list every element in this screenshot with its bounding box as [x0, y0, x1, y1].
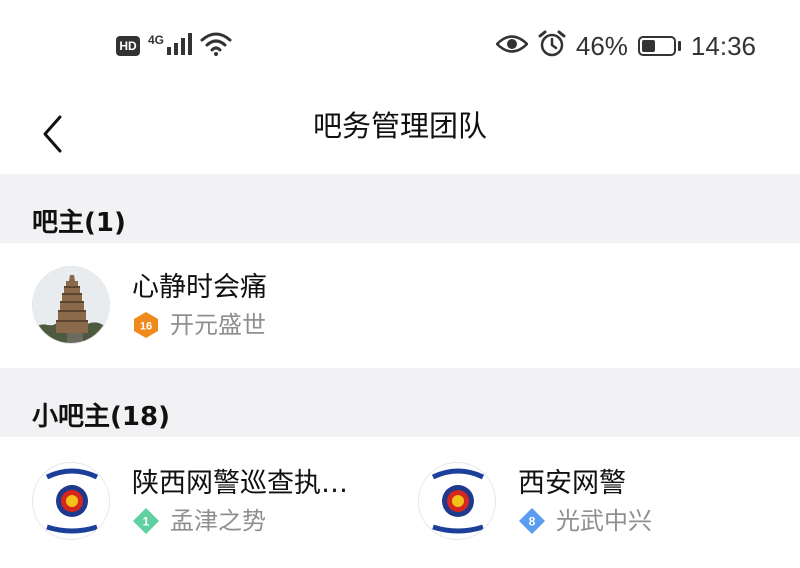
member-info: 西安网警 8 光武中兴	[518, 466, 652, 536]
section-header-owner: 吧主(1)	[0, 174, 800, 243]
police-emblem-avatar	[418, 462, 496, 540]
member-name: 心静时会痛	[132, 272, 267, 303]
member-item[interactable]: 心静时会痛 16 开元盛世	[32, 266, 267, 344]
clock: 14:36	[690, 30, 756, 61]
level-number: 1	[143, 515, 150, 529]
member-name: 西安网警	[518, 468, 626, 499]
member-info: 心静时会痛 16 开元盛世	[132, 270, 267, 340]
level-number: 16	[140, 321, 152, 333]
level-badge: 1	[133, 508, 159, 534]
member-title: 开元盛世	[170, 311, 266, 339]
eye-icon	[495, 33, 529, 59]
signal-icon	[166, 33, 193, 59]
section-title: 吧主(1)	[32, 208, 126, 238]
wifi-icon	[200, 31, 232, 61]
member-meta: 1 孟津之势	[132, 506, 348, 536]
status-bar: HD 4G 46% 14:36	[0, 0, 800, 92]
member-meta: 8 光武中兴	[518, 506, 652, 536]
member-item[interactable]: 西安网警 8 光武中兴	[418, 462, 652, 540]
member-meta: 16 开元盛世	[132, 310, 267, 340]
member-info: 陕西网警巡查执… 1 孟津之势	[132, 466, 348, 536]
battery-percent: 46%	[575, 30, 628, 61]
page-title: 吧务管理团队	[312, 109, 487, 143]
level-badge: 16	[134, 312, 158, 338]
section-title: 小吧主(18)	[32, 402, 170, 432]
level-badge: 8	[519, 508, 545, 534]
hd-icon: HD	[116, 36, 140, 56]
level-number: 8	[529, 515, 536, 529]
status-right: 46% 14:36	[495, 28, 756, 64]
pagoda-avatar	[32, 266, 110, 344]
member-title: 孟津之势	[170, 507, 266, 535]
member-name: 陕西网警巡查执…	[132, 468, 348, 499]
member-title: 光武中兴	[556, 507, 652, 535]
police-emblem-avatar	[32, 462, 110, 540]
member-item[interactable]: 陕西网警巡查执… 1 孟津之势	[32, 462, 348, 540]
battery-icon	[637, 36, 681, 56]
nav-bar: 吧务管理团队	[0, 92, 800, 174]
alarm-icon	[538, 30, 566, 62]
status-left: HD 4G	[116, 30, 232, 62]
network-type-label: 4G	[148, 33, 165, 47]
section-header-moderators: 小吧主(18)	[0, 368, 800, 437]
